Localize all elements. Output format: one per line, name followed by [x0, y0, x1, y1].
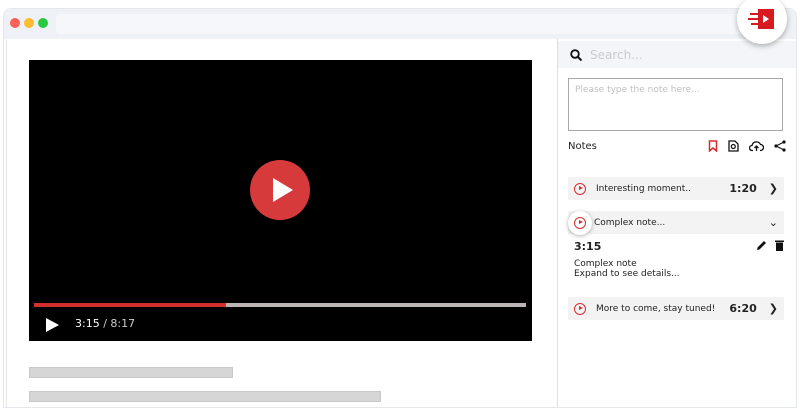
video-player[interactable]: 3:15 / 8:17 — [29, 60, 532, 341]
progress-fill — [34, 303, 226, 307]
play-note-icon[interactable] — [574, 302, 586, 315]
edit-icon[interactable] — [756, 240, 767, 251]
delete-icon[interactable] — [775, 240, 784, 251]
note-time: 3:15 — [574, 240, 602, 253]
video-notes-logo-icon — [748, 9, 774, 29]
chevron-right-icon[interactable]: ❯ — [769, 302, 778, 315]
placeholder-line — [29, 367, 233, 378]
video-progress-bar[interactable] — [34, 303, 526, 307]
chevron-down-icon[interactable]: ⌄ — [769, 216, 778, 229]
browser-window: 3:15 / 8:17 Notes Interesting moment.. 1… — [3, 8, 797, 408]
big-play-button[interactable] — [250, 160, 310, 220]
note-body-line: Complex note — [574, 259, 637, 269]
notes-sidebar: Notes Interesting moment.. 1:20 ❯ Comple… — [557, 39, 796, 407]
play-note-icon[interactable] — [574, 182, 586, 195]
page-content: 3:15 / 8:17 — [6, 39, 557, 407]
share-icon[interactable] — [774, 140, 786, 152]
chevron-right-icon[interactable]: ❯ — [769, 182, 778, 195]
browser-toolbar — [4, 9, 796, 39]
current-time: 3:15 — [75, 317, 100, 330]
note-title: Interesting moment.. — [596, 183, 691, 194]
note-input[interactable] — [568, 78, 783, 131]
time-display: 3:15 / 8:17 — [75, 317, 135, 330]
duration: 8:17 — [110, 317, 136, 330]
play-note-button[interactable] — [568, 210, 592, 235]
address-bar[interactable] — [56, 14, 776, 34]
search-bar — [558, 41, 796, 68]
note-body-line: Expand to see details... — [574, 269, 680, 279]
placeholder-line — [29, 391, 381, 402]
maximize-window-button[interactable] — [38, 18, 48, 28]
time-separator: / — [103, 317, 107, 330]
note-item-expanded[interactable]: Complex note... ⌄ — [568, 210, 784, 235]
search-document-icon[interactable] — [728, 140, 739, 152]
play-button[interactable] — [46, 318, 59, 332]
minimize-window-button[interactable] — [24, 18, 34, 28]
note-item[interactable]: More to come, stay tuned! 6:20 ❯ — [568, 297, 784, 320]
note-item[interactable]: Interesting moment.. 1:20 ❯ — [568, 177, 784, 200]
bookmark-icon[interactable] — [708, 140, 718, 152]
notes-label: Notes — [568, 140, 597, 152]
cloud-upload-icon[interactable] — [749, 140, 764, 152]
search-icon — [570, 48, 582, 61]
play-note-icon — [574, 216, 586, 229]
note-time: 6:20 — [729, 302, 757, 315]
note-detail: 3:15 Complex note Expand to see details.… — [574, 240, 784, 279]
notes-header: Notes — [568, 140, 786, 152]
note-title: More to come, stay tuned! — [596, 303, 716, 314]
close-window-button[interactable] — [10, 18, 20, 28]
note-title: Complex note... — [594, 217, 666, 228]
search-input[interactable] — [590, 47, 770, 62]
note-time: 1:20 — [729, 182, 757, 195]
